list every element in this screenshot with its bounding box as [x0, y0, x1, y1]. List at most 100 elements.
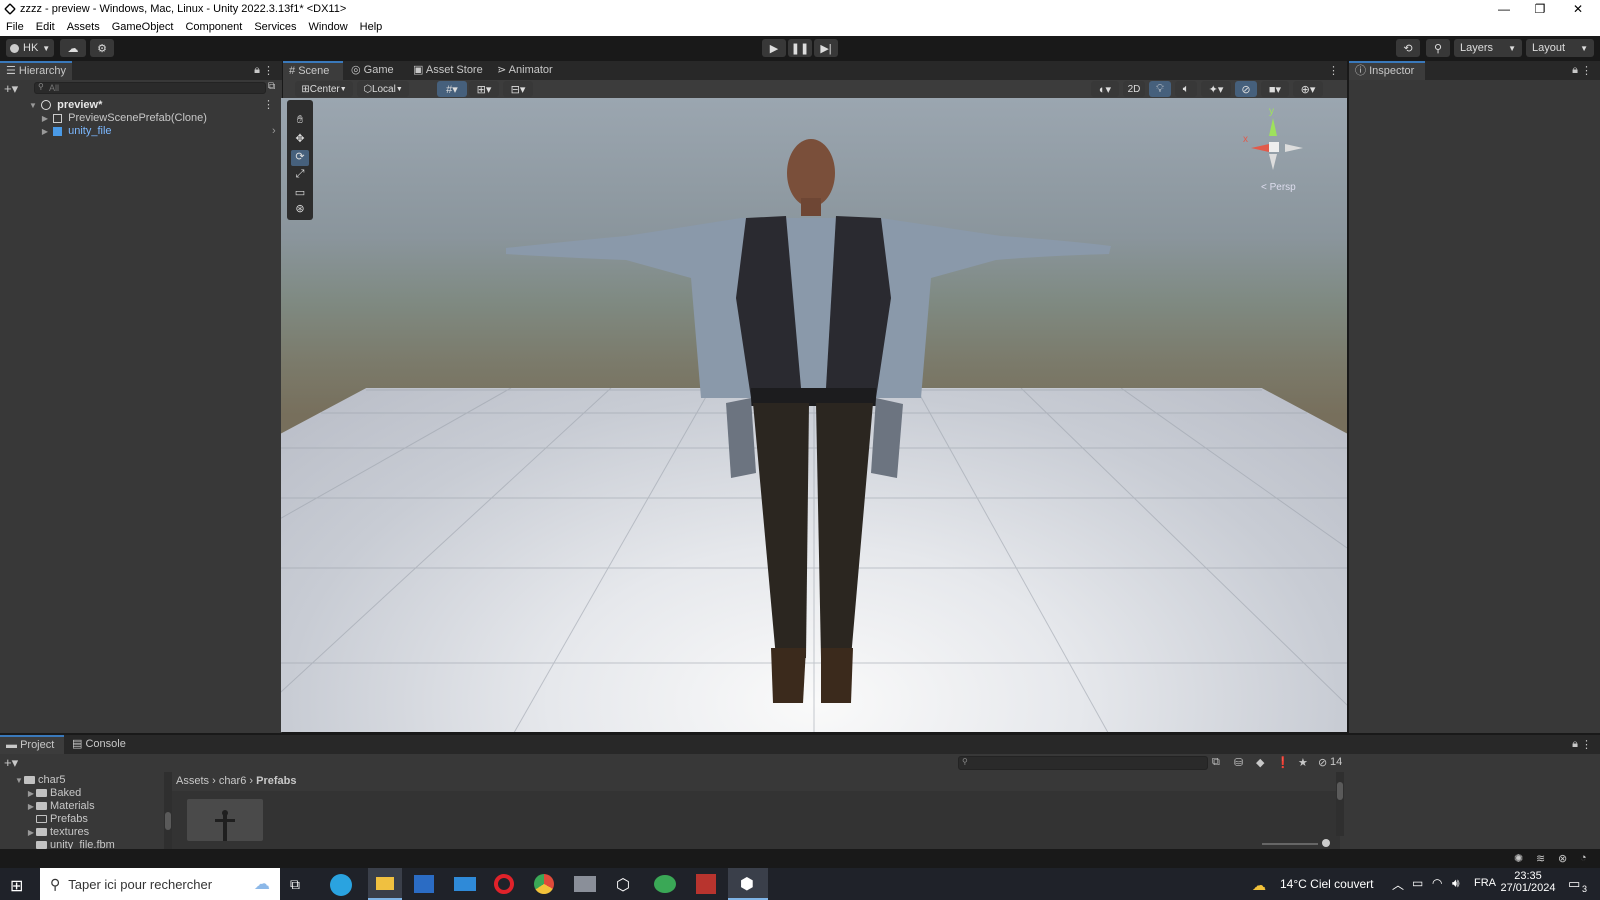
- asset-grid-scrollbar-thumb[interactable]: [1337, 782, 1343, 800]
- orientation-gizmo[interactable]: y x < Persp: [1231, 106, 1331, 196]
- projection-label[interactable]: < Persp: [1261, 182, 1296, 193]
- expand-arrow-icon[interactable]: ▼: [14, 774, 24, 787]
- tab-animator[interactable]: ⋗ Animator: [491, 61, 559, 80]
- tray-chevron-icon[interactable]: ︿: [1392, 876, 1404, 893]
- lighting-toggle[interactable]: 💡︎: [1149, 81, 1171, 97]
- expand-arrow-icon[interactable]: ▼: [28, 99, 38, 112]
- hierarchy-search-input[interactable]: [34, 82, 266, 94]
- breadcrumb-item-current[interactable]: Prefabs: [256, 775, 296, 787]
- weather-text[interactable]: 14°C Ciel couvert: [1280, 877, 1374, 891]
- close-button[interactable]: ✕: [1560, 0, 1596, 18]
- notifications-icon[interactable]: ▭: [1568, 876, 1580, 892]
- clock[interactable]: 23:35 27/01/2024: [1500, 870, 1556, 894]
- tree-scrollbar-thumb[interactable]: [165, 812, 171, 830]
- menu-edit[interactable]: Edit: [36, 21, 55, 33]
- unity-editor-taskbar-icon[interactable]: ⬢: [728, 868, 768, 900]
- opera-icon[interactable]: [494, 874, 514, 894]
- unity-hub-icon[interactable]: ⬡: [616, 875, 630, 895]
- cloud-button[interactable]: ☁: [60, 39, 86, 57]
- file-explorer-icon[interactable]: [368, 868, 402, 900]
- winrar-icon[interactable]: [696, 874, 716, 894]
- taskbar-search[interactable]: ⚲ Taper ici pour rechercher ☁: [40, 868, 280, 900]
- filter-icon[interactable]: ⛁: [1234, 756, 1243, 769]
- tab-inspector[interactable]: ⓘ Inspector: [1349, 61, 1425, 80]
- tab-hierarchy[interactable]: ☰ Hierarchy: [0, 61, 72, 80]
- increment-snap-button[interactable]: ⊞▾: [469, 81, 499, 97]
- menu-assets[interactable]: Assets: [67, 21, 100, 33]
- draw-mode-dropdown[interactable]: ◐▾: [1091, 81, 1119, 97]
- layers-dropdown[interactable]: Layers ▼: [1454, 39, 1522, 57]
- kebab-menu-icon[interactable]: ⋮: [263, 64, 274, 77]
- kebab-menu-icon[interactable]: ⋮: [263, 99, 274, 112]
- tab-scene[interactable]: # Scene: [283, 61, 343, 80]
- move-tool-button[interactable]: ✥: [291, 132, 309, 148]
- device-icon[interactable]: ▭: [1412, 876, 1423, 890]
- expand-arrow-icon[interactable]: ▶: [40, 125, 50, 138]
- label-icon[interactable]: ◆: [1256, 756, 1264, 769]
- edge-icon[interactable]: [330, 874, 352, 896]
- tree-item-materials[interactable]: ▶ Materials: [26, 800, 164, 813]
- menu-window[interactable]: Window: [309, 21, 348, 33]
- chevron-right-icon[interactable]: ›: [272, 125, 276, 138]
- grid-snap-button[interactable]: #▾: [437, 81, 467, 97]
- character-model[interactable]: [281, 98, 1347, 732]
- tree-item-char5[interactable]: ▼ char5: [14, 774, 164, 787]
- collab-button[interactable]: ⚙: [90, 39, 114, 57]
- breadcrumb-item[interactable]: char6: [219, 775, 247, 787]
- app-green-icon[interactable]: [654, 875, 676, 893]
- step-button[interactable]: ▶|: [814, 39, 838, 57]
- tree-item-fbm[interactable]: unity_file.fbm: [26, 839, 164, 849]
- zoom-slider-track[interactable]: [1262, 843, 1318, 845]
- scale-tool-button[interactable]: ⤢: [291, 168, 309, 184]
- tree-item-prefabs[interactable]: Prefabs: [26, 813, 164, 826]
- hand-tool-button[interactable]: ✋︎: [291, 114, 309, 130]
- tab-project[interactable]: ▬ Project: [0, 735, 64, 754]
- rotate-tool-button[interactable]: ⟳: [291, 150, 309, 166]
- menu-services[interactable]: Services: [254, 21, 296, 33]
- tab-console[interactable]: ▤ Console: [66, 735, 132, 754]
- warning-icon[interactable]: ❗: [1276, 756, 1290, 769]
- lock-icon[interactable]: 🔒︎: [1572, 64, 1578, 77]
- layout-dropdown[interactable]: Layout ▼: [1526, 39, 1594, 57]
- app-icon[interactable]: [574, 876, 596, 892]
- hidden-packages-icon[interactable]: ⊘: [1318, 756, 1327, 769]
- expand-arrow-icon[interactable]: ▶: [26, 787, 36, 800]
- search-button[interactable]: ⚲: [1426, 39, 1450, 57]
- pivot-dropdown[interactable]: ⊞ Center ▼: [295, 81, 353, 97]
- pause-button[interactable]: ❚❚: [788, 39, 812, 57]
- tab-asset-store[interactable]: ▣ Asset Store: [407, 61, 489, 80]
- gizmos-dropdown[interactable]: ⊕▾: [1293, 81, 1323, 97]
- mail-icon[interactable]: [454, 877, 476, 891]
- scene-visibility-icon[interactable]: ⧉: [268, 81, 275, 92]
- project-search-input[interactable]: [958, 756, 1208, 770]
- lock-icon[interactable]: 🔒︎: [254, 64, 260, 77]
- menu-help[interactable]: Help: [360, 21, 383, 33]
- tree-item-textures[interactable]: ▶ textures: [26, 826, 164, 839]
- scene-viewport[interactable]: ✋︎ ✥ ⟳ ⤢ ▭ ⊛ y x < Persp: [281, 98, 1347, 732]
- prefab-thumbnail[interactable]: [187, 799, 263, 841]
- asset-grid-scrollbar[interactable]: [1336, 772, 1344, 836]
- menu-file[interactable]: File: [6, 21, 24, 33]
- chrome-icon[interactable]: [534, 874, 554, 894]
- menu-gameobject[interactable]: GameObject: [112, 21, 174, 33]
- tree-item-baked[interactable]: ▶ Baked: [26, 787, 164, 800]
- kebab-menu-icon[interactable]: ⋮: [1581, 738, 1592, 751]
- hierarchy-item[interactable]: ▶ unity_file ›: [40, 125, 282, 138]
- tree-scrollbar[interactable]: [164, 772, 172, 849]
- store-icon[interactable]: [414, 875, 434, 893]
- audio-toggle[interactable]: 🔈︎: [1175, 81, 1197, 97]
- search-by-type-icon[interactable]: ⧉: [1212, 756, 1220, 769]
- tab-game[interactable]: ◎ Game: [345, 61, 400, 80]
- history-button[interactable]: ⟲: [1396, 39, 1420, 57]
- volume-icon[interactable]: 🔊︎: [1452, 876, 1460, 891]
- space-dropdown[interactable]: ⬡ Local ▼: [357, 81, 409, 97]
- lock-icon[interactable]: 🔒︎: [1572, 738, 1578, 751]
- effects-dropdown[interactable]: ✦▾: [1201, 81, 1231, 97]
- add-icon[interactable]: +▾: [4, 755, 18, 771]
- align-button[interactable]: ⊟▾: [503, 81, 533, 97]
- menu-component[interactable]: Component: [185, 21, 242, 33]
- camera-dropdown[interactable]: ■▾: [1261, 81, 1289, 97]
- breadcrumb-item[interactable]: Assets: [176, 775, 209, 787]
- kebab-menu-icon[interactable]: ⋮: [1328, 64, 1339, 77]
- hidden-objects-toggle[interactable]: ⊘: [1235, 81, 1257, 97]
